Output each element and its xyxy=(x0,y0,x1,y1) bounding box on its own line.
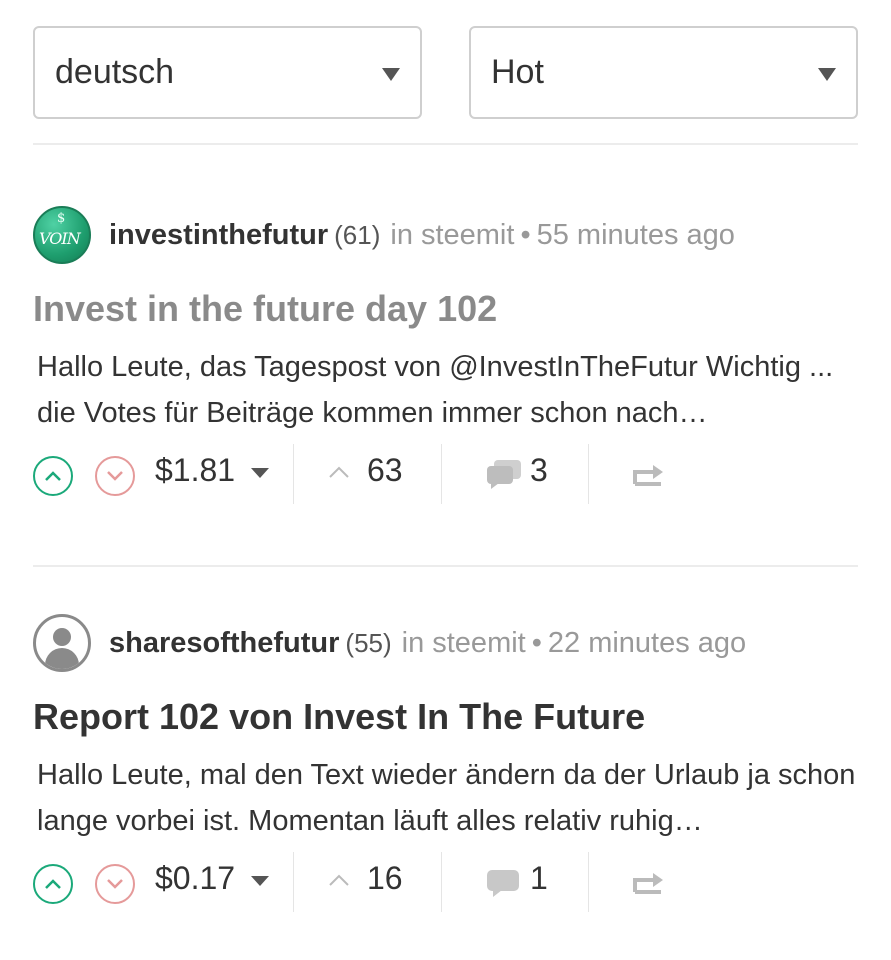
payout-value[interactable]: $1.81 xyxy=(155,452,235,489)
post-actions: $0.17 16 1 xyxy=(33,852,858,912)
comments-count[interactable]: 1 xyxy=(530,860,548,897)
community-link[interactable]: steemit xyxy=(421,219,514,252)
votes-chevron-icon xyxy=(329,874,349,886)
comments-icon[interactable] xyxy=(485,458,523,490)
post-meta: sharesofthefutur (55) in steemit • 22 mi… xyxy=(33,612,746,674)
payout-dropdown-icon[interactable] xyxy=(251,876,269,886)
divider xyxy=(588,444,589,504)
divider xyxy=(588,852,589,912)
upvote-button[interactable] xyxy=(33,864,73,904)
upvote-button[interactable] xyxy=(33,456,73,496)
meta-separator: • xyxy=(520,218,531,251)
post-actions: $1.81 63 3 xyxy=(33,444,858,504)
post-title[interactable]: Invest in the future day 102 xyxy=(33,288,497,330)
post-time[interactable]: 22 minutes ago xyxy=(548,627,746,660)
voin-logo: VOIN xyxy=(39,229,81,248)
reblog-icon[interactable] xyxy=(631,458,665,488)
author-link[interactable]: investinthefutur xyxy=(109,219,328,252)
author-link[interactable]: sharesofthefutur xyxy=(109,627,339,660)
sort-select[interactable]: Hot xyxy=(469,26,858,119)
divider xyxy=(33,143,858,145)
payout-dropdown-icon[interactable] xyxy=(251,468,269,478)
chevron-down-icon xyxy=(107,471,123,481)
votes-count[interactable]: 16 xyxy=(367,860,403,897)
post-summary[interactable]: Hallo Leute, mal den Text wieder ändern … xyxy=(37,752,857,844)
chevron-down-icon xyxy=(382,68,400,81)
divider xyxy=(441,444,442,504)
author-reputation: (61) xyxy=(334,219,381,250)
comments-icon[interactable] xyxy=(485,866,523,898)
chevron-up-icon xyxy=(45,879,61,889)
payout-value[interactable]: $0.17 xyxy=(155,860,235,897)
post-summary[interactable]: Hallo Leute, das Tagespost von @InvestIn… xyxy=(37,344,857,436)
divider xyxy=(293,852,294,912)
avatar[interactable]: $ VOIN xyxy=(33,206,91,264)
language-select[interactable]: deutsch xyxy=(33,26,422,119)
post-title[interactable]: Report 102 von Invest In The Future xyxy=(33,696,645,738)
sort-select-value: Hot xyxy=(491,53,544,91)
community-link[interactable]: steemit xyxy=(432,627,525,660)
meta-separator: • xyxy=(531,626,542,659)
downvote-button[interactable] xyxy=(95,864,135,904)
default-user-icon[interactable] xyxy=(33,614,91,672)
chevron-up-icon xyxy=(45,471,61,481)
chevron-down-icon xyxy=(107,879,123,889)
in-label: in xyxy=(401,626,425,659)
divider xyxy=(293,444,294,504)
language-select-value: deutsch xyxy=(55,53,175,91)
votes-count[interactable]: 63 xyxy=(367,452,403,489)
author-reputation: (55) xyxy=(345,627,392,658)
divider xyxy=(33,565,858,567)
downvote-button[interactable] xyxy=(95,456,135,496)
post-meta: $ VOIN investinthefutur (61) in steemit … xyxy=(33,204,735,266)
in-label: in xyxy=(390,218,413,251)
reblog-icon[interactable] xyxy=(631,866,665,896)
votes-chevron-icon xyxy=(329,466,349,478)
divider xyxy=(441,852,442,912)
filter-bar: deutsch Hot xyxy=(33,26,858,119)
comments-count[interactable]: 3 xyxy=(530,452,548,489)
chevron-down-icon xyxy=(818,68,836,81)
post-time[interactable]: 55 minutes ago xyxy=(537,219,735,252)
